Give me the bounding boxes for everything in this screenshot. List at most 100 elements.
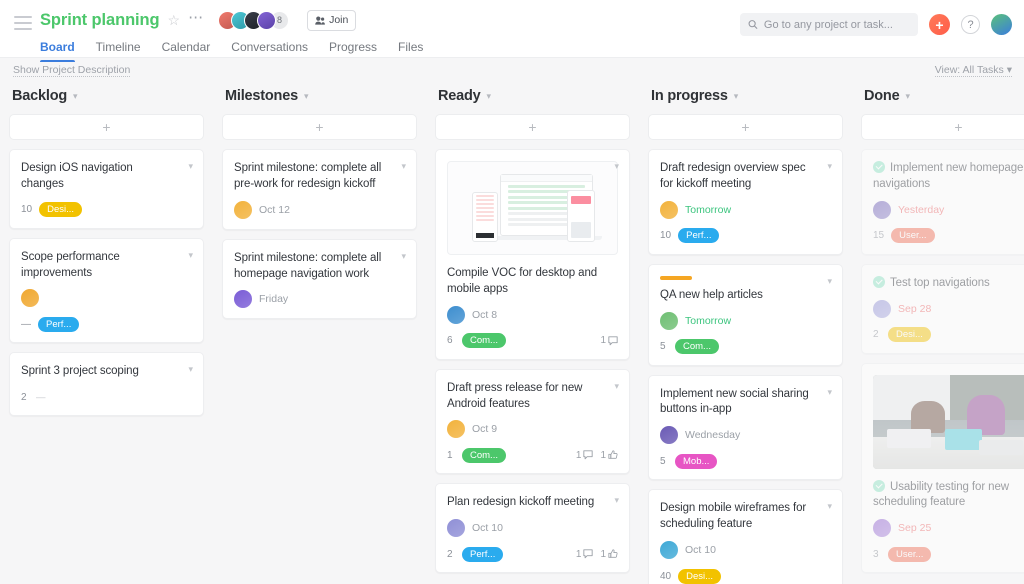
chevron-down-icon[interactable]: ▾: [905, 91, 910, 102]
show-project-description-link[interactable]: Show Project Description: [13, 64, 131, 77]
sub-header: Show Project Description View: All Tasks…: [0, 58, 1024, 84]
more-options-icon[interactable]: ⋯: [188, 10, 204, 27]
chevron-down-icon[interactable]: ▾: [401, 161, 406, 172]
search-input[interactable]: [763, 18, 910, 31]
add-button[interactable]: +: [929, 14, 950, 35]
card-title-text: Plan redesign kickoff meeting: [447, 496, 595, 509]
status-badge[interactable]: Mob...: [675, 453, 718, 469]
chevron-down-icon[interactable]: ▾: [614, 495, 619, 506]
card-title: Scope performance improvements: [21, 250, 192, 282]
board-column: Milestones ▾ + Sprint milestone: complete…: [213, 84, 426, 584]
task-card[interactable]: Draft press release for new Android feat…: [435, 368, 630, 475]
card-title-text: Usability testing for new scheduling fea…: [873, 480, 1009, 509]
view-filter-dropdown[interactable]: View: All Tasks ▾: [934, 64, 1012, 77]
task-card[interactable]: Compile VOC for desktop and mobile apps ▾…: [435, 149, 630, 360]
status-badge[interactable]: Com...: [462, 333, 506, 349]
chevron-down-icon[interactable]: ▾: [304, 91, 309, 102]
avatar[interactable]: [873, 200, 891, 219]
status-badge[interactable]: User...: [888, 546, 932, 562]
card-meta: Oct 8: [447, 305, 618, 324]
status-badge[interactable]: Com...: [462, 447, 506, 463]
card-title-text: Test top navigations: [890, 276, 990, 289]
chevron-down-icon[interactable]: ▾: [614, 161, 619, 172]
task-card[interactable]: Plan redesign kickoff meeting ▾ Oct 10 2 Per…: [435, 483, 630, 574]
task-card[interactable]: Draft redesign overview spec for kickoff…: [648, 149, 843, 255]
subtask-count: 5: [660, 341, 666, 353]
avatar[interactable]: [660, 541, 678, 560]
add-card-button[interactable]: +: [435, 114, 630, 140]
chevron-down-icon[interactable]: ▾: [614, 381, 619, 392]
chevron-down-icon[interactable]: ▾: [188, 250, 193, 261]
star-icon[interactable]: ☆: [168, 13, 181, 27]
status-badge[interactable]: —: [36, 390, 46, 405]
card-footer: 2 Perf... 1 1: [447, 546, 618, 562]
comment-count: 1: [576, 549, 594, 560]
add-card-button[interactable]: +: [648, 114, 843, 140]
status-badge[interactable]: Desi...: [888, 327, 931, 343]
user-avatar[interactable]: [991, 14, 1012, 35]
task-card[interactable]: Implement new homepage navigations▾Yeste…: [861, 149, 1024, 255]
task-card[interactable]: Scope performance improvements ▾ — Perf...: [9, 237, 204, 344]
status-badge[interactable]: User...: [891, 228, 935, 244]
card-title-text: Sprint 3 project scoping: [21, 365, 139, 378]
chevron-down-icon[interactable]: ▾: [188, 161, 193, 172]
card-title: Test top navigations: [873, 275, 1024, 292]
chevron-down-icon[interactable]: ▾: [73, 91, 78, 102]
task-card[interactable]: Test top navigations▾Sep 282Desi...: [861, 263, 1024, 354]
help-button[interactable]: ?: [961, 15, 980, 34]
task-card[interactable]: Design iOS navigation changes ▾ 10 Desi...: [9, 149, 204, 229]
chevron-down-icon[interactable]: ▾: [827, 161, 832, 172]
task-card[interactable]: Sprint milestone: complete all homepage …: [222, 238, 417, 320]
avatar[interactable]: [447, 519, 465, 538]
card-title: Draft press release for new Android feat…: [447, 381, 618, 413]
task-card[interactable]: QA new help articles ▾ Tomorrow 5 Com...: [648, 263, 843, 366]
status-badge[interactable]: Perf...: [462, 546, 504, 562]
comment-count: 1: [576, 450, 594, 461]
avatar[interactable]: [447, 420, 465, 439]
chevron-down-icon[interactable]: ▾: [827, 387, 832, 398]
avatar[interactable]: [660, 311, 678, 330]
join-button[interactable]: Join: [307, 9, 357, 31]
chevron-down-icon[interactable]: ▾: [827, 501, 832, 512]
chevron-down-icon[interactable]: ▾: [188, 364, 193, 375]
add-card-button[interactable]: +: [222, 114, 417, 140]
search-box[interactable]: [740, 13, 918, 36]
task-card[interactable]: Design mobile wireframes for scheduling …: [648, 489, 843, 584]
avatar[interactable]: [873, 519, 891, 538]
status-badge[interactable]: Com...: [675, 339, 719, 355]
avatar[interactable]: [234, 200, 252, 219]
chevron-down-icon[interactable]: ▾: [827, 276, 832, 287]
card-title-text: Compile VOC for desktop and mobile apps: [447, 267, 598, 295]
chevron-down-icon[interactable]: ▾: [401, 251, 406, 262]
task-card[interactable]: Usability testing for new scheduling fea…: [861, 362, 1024, 574]
status-badge[interactable]: Perf...: [678, 228, 720, 244]
card-title: Sprint 3 project scoping: [21, 364, 192, 380]
chevron-down-icon[interactable]: ▾: [734, 91, 739, 102]
add-card-button[interactable]: +: [861, 114, 1024, 140]
due-date: Sep 25: [898, 522, 932, 535]
avatar[interactable]: [21, 289, 39, 308]
avatar[interactable]: [660, 200, 678, 219]
page-title[interactable]: Sprint planning: [40, 11, 160, 30]
avatar[interactable]: [257, 10, 277, 30]
task-card[interactable]: Sprint 3 project scoping ▾ 2—: [9, 352, 204, 417]
card-meta: Oct 9: [447, 420, 618, 439]
comment-count: 1: [600, 335, 618, 346]
avatar[interactable]: [447, 305, 465, 324]
avatar[interactable]: [234, 290, 252, 309]
due-date: Oct 8: [472, 308, 498, 321]
status-badge[interactable]: Perf...: [38, 316, 80, 332]
avatar[interactable]: [873, 299, 891, 318]
chevron-down-icon[interactable]: ▾: [487, 91, 492, 102]
due-date: Oct 10: [472, 522, 503, 535]
add-card-button[interactable]: +: [9, 114, 204, 140]
task-card[interactable]: Sprint milestone: complete all pre-work …: [222, 149, 417, 230]
avatar[interactable]: [660, 426, 678, 445]
status-badge[interactable]: Desi...: [678, 568, 722, 584]
card-footer: 3 User...: [873, 546, 1024, 562]
task-card[interactable]: Implement new social sharing buttons in-…: [648, 374, 843, 481]
subtask-count: 2: [873, 329, 879, 341]
menu-icon[interactable]: [14, 16, 32, 30]
status-badge[interactable]: Desi...: [39, 202, 83, 218]
subtask-count: 10: [660, 230, 672, 242]
